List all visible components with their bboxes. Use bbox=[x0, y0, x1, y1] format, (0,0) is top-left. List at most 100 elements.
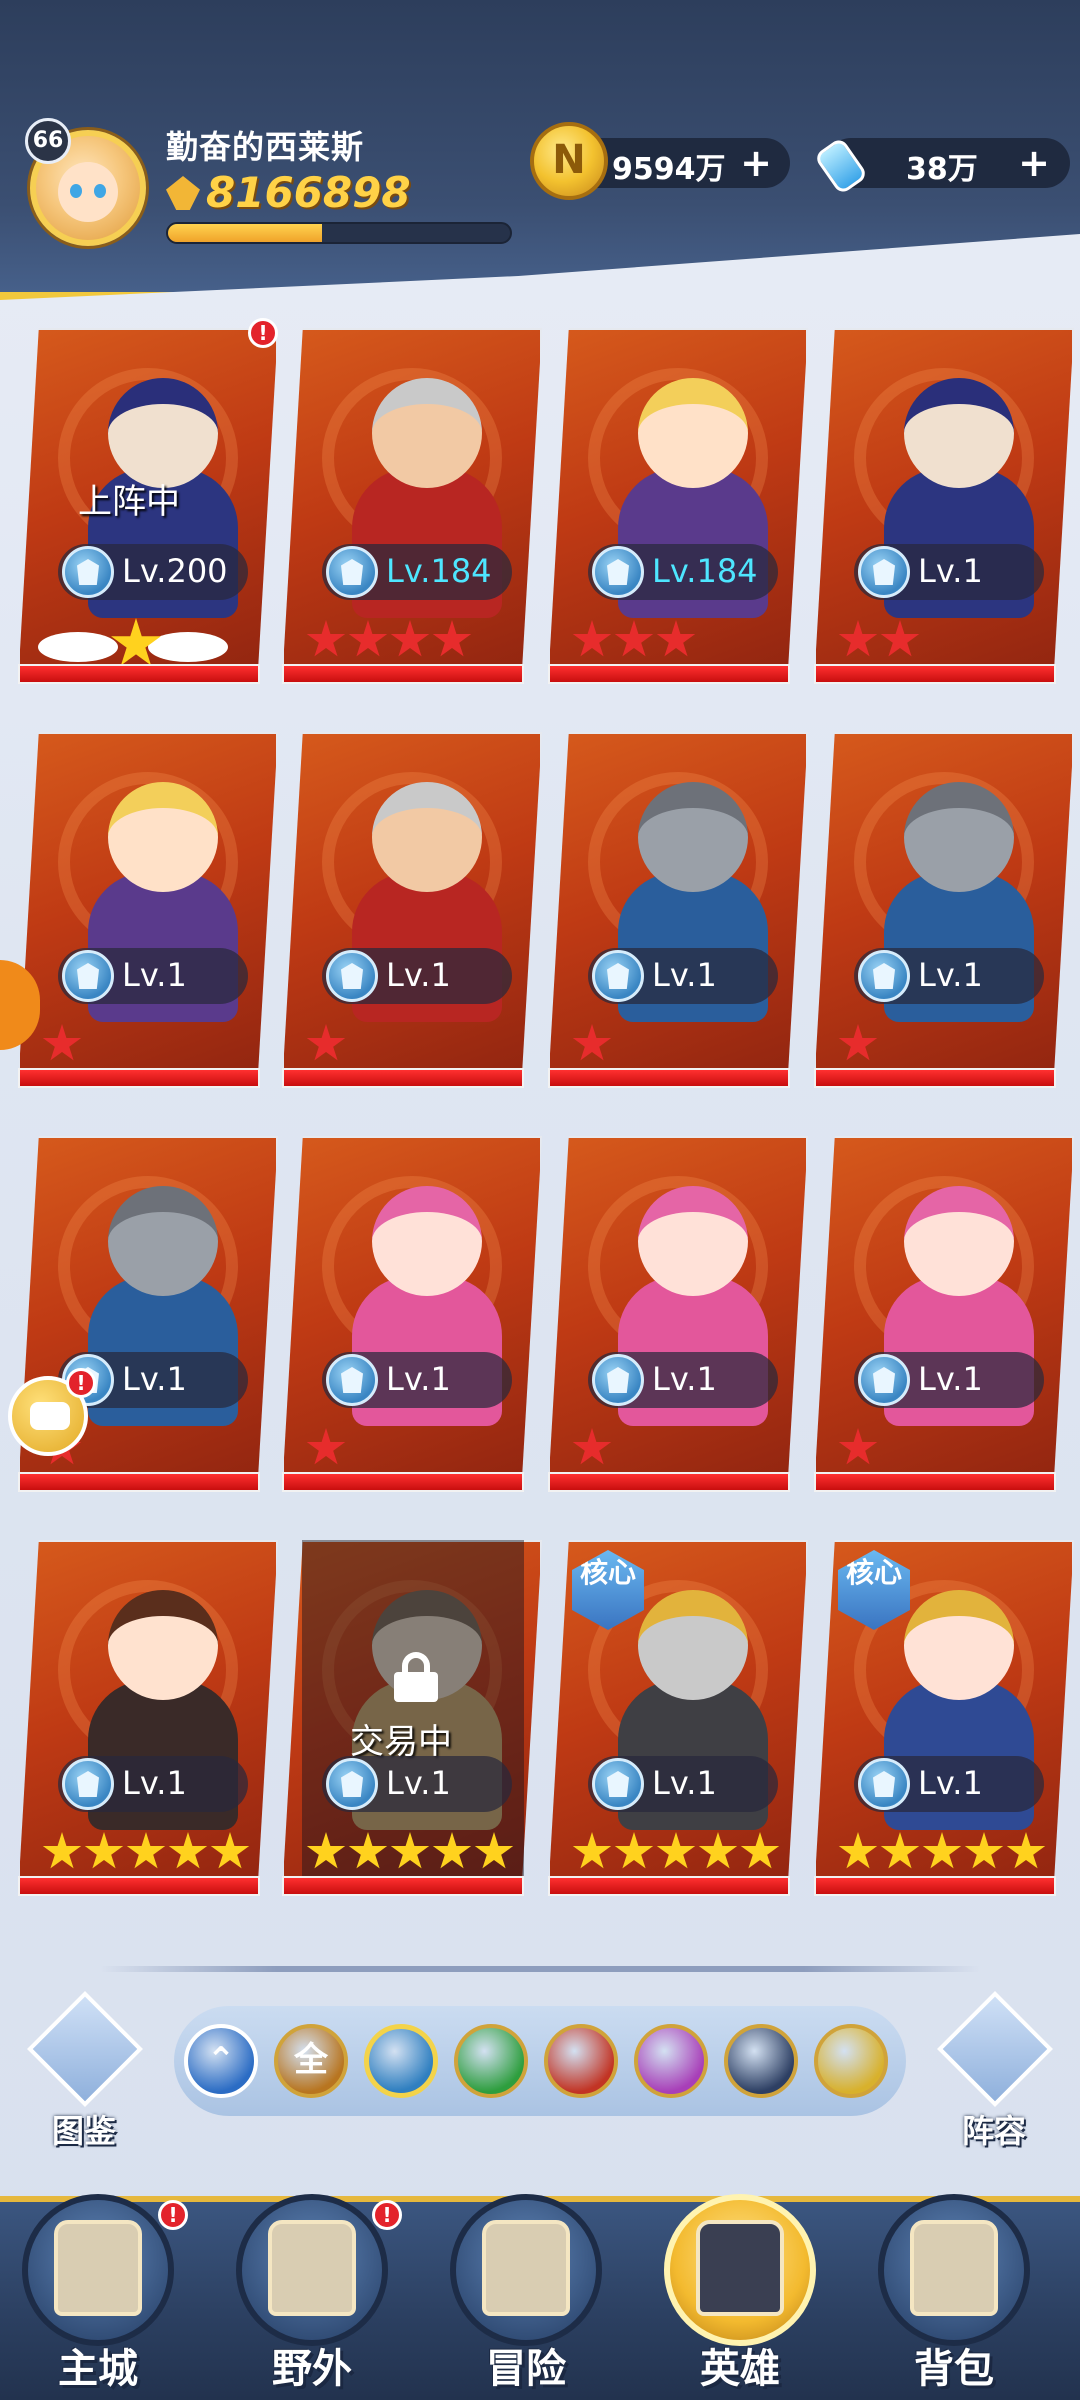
star-icon bbox=[306, 620, 346, 657]
all-icon[interactable]: 全 bbox=[274, 2024, 348, 2098]
hero-card[interactable]: Lv.1 bbox=[548, 1136, 808, 1492]
star-icon bbox=[432, 1832, 472, 1869]
class-helmet-icon bbox=[858, 1354, 910, 1406]
nav-label: 主城 bbox=[58, 2346, 138, 2392]
star-icon bbox=[964, 1832, 1004, 1869]
hero-head bbox=[904, 782, 1014, 892]
star-icon bbox=[880, 1832, 920, 1869]
star-icon bbox=[432, 620, 472, 657]
hero-head bbox=[638, 1186, 748, 1296]
hero-card[interactable]: Lv.1 bbox=[814, 732, 1074, 1088]
hero-head bbox=[108, 1590, 218, 1700]
hero-new-badge: ! bbox=[248, 318, 278, 348]
star-icon bbox=[838, 1024, 878, 1061]
helmet-icon[interactable] bbox=[364, 2024, 438, 2098]
codex-button[interactable] bbox=[27, 1991, 143, 2110]
add-potion-button[interactable]: + bbox=[1016, 144, 1052, 182]
star-icon bbox=[880, 620, 920, 657]
class-helmet-icon bbox=[326, 1758, 378, 1810]
star-icon bbox=[614, 620, 654, 657]
hero-stars bbox=[42, 1024, 82, 1064]
avatar-eye bbox=[94, 184, 106, 198]
card-bottom-bar bbox=[814, 1068, 1056, 1088]
card-bottom-bar bbox=[814, 664, 1056, 684]
card-bottom-bar bbox=[814, 1876, 1056, 1896]
star-icon bbox=[210, 1832, 250, 1869]
collapse-icon[interactable]: ⌃ bbox=[184, 2024, 258, 2098]
hero-stars bbox=[572, 1832, 780, 1872]
hero-card[interactable]: Lv.1 bbox=[18, 1540, 278, 1896]
hero-card[interactable]: 核心 Lv.1 bbox=[814, 1540, 1074, 1896]
hero-card[interactable]: Lv.1 bbox=[18, 732, 278, 1088]
nav-castle[interactable]: 主城! bbox=[8, 2190, 188, 2400]
divider bbox=[100, 1966, 980, 1972]
star-icon bbox=[922, 1832, 962, 1869]
hero-level: Lv.200 bbox=[122, 552, 228, 590]
avatar-eye bbox=[70, 184, 82, 198]
hero-level: Lv.1 bbox=[652, 956, 717, 994]
card-bottom-bar bbox=[18, 1472, 260, 1492]
formation-button[interactable] bbox=[937, 1991, 1053, 2110]
card-bottom-bar bbox=[282, 1876, 524, 1896]
moon-icon[interactable] bbox=[634, 2024, 708, 2098]
avatar-face bbox=[58, 162, 118, 222]
card-bottom-bar bbox=[548, 1068, 790, 1088]
hero-card[interactable]: Lv.1 bbox=[814, 328, 1074, 684]
hero-card[interactable]: 上阵中 Lv.200! bbox=[18, 318, 278, 684]
tree-icon[interactable] bbox=[454, 2024, 528, 2098]
lock-body bbox=[394, 1672, 438, 1702]
sun-icon[interactable] bbox=[814, 2024, 888, 2098]
nav-hero-helmet[interactable]: 英雄 bbox=[650, 2190, 830, 2400]
hero-stars bbox=[838, 1024, 878, 1064]
locked-overlay bbox=[302, 1540, 524, 1876]
eclipse-icon[interactable] bbox=[724, 2024, 798, 2098]
hero-card[interactable]: 交易中 Lv.1 bbox=[282, 1540, 542, 1896]
hero-level: Lv.1 bbox=[918, 552, 983, 590]
star-icon bbox=[572, 1024, 612, 1061]
hero-card[interactable]: Lv.1 bbox=[282, 1136, 542, 1492]
card-bottom-bar bbox=[18, 1068, 260, 1088]
hero-card[interactable]: Lv.1 bbox=[814, 1136, 1074, 1492]
add-gold-button[interactable]: + bbox=[738, 144, 774, 182]
hero-level: Lv.1 bbox=[386, 1764, 451, 1802]
hero-level: Lv.1 bbox=[918, 956, 983, 994]
star-icon bbox=[390, 1832, 430, 1869]
star-icon bbox=[306, 1024, 346, 1061]
star-icon bbox=[42, 1832, 82, 1869]
demon-icon[interactable] bbox=[544, 2024, 618, 2098]
star-icon bbox=[390, 620, 430, 657]
player-level-badge: 66 bbox=[25, 118, 71, 164]
star-icon bbox=[306, 1832, 346, 1869]
hero-card[interactable]: Lv.184 bbox=[282, 328, 542, 684]
hero-card[interactable]: Lv.184 bbox=[548, 328, 808, 684]
gold-amount: 9594万 bbox=[612, 152, 726, 187]
hero-head bbox=[108, 782, 218, 892]
hero-head bbox=[372, 782, 482, 892]
star-icon bbox=[656, 620, 696, 657]
hero-card[interactable]: Lv.1 bbox=[282, 732, 542, 1088]
hero-card[interactable]: Lv.1 bbox=[548, 732, 808, 1088]
star-icon bbox=[348, 620, 388, 657]
class-helmet-icon bbox=[326, 950, 378, 1002]
star-icon bbox=[614, 1832, 654, 1869]
hero-level: Lv.1 bbox=[652, 1360, 717, 1398]
card-bottom-bar bbox=[282, 664, 524, 684]
class-helmet-icon bbox=[592, 1758, 644, 1810]
nav-label: 冒险 bbox=[486, 2346, 566, 2392]
class-helmet-icon bbox=[62, 1758, 114, 1810]
hero-level: Lv.1 bbox=[918, 1360, 983, 1398]
hero-stars bbox=[838, 1428, 878, 1468]
nav-label: 野外 bbox=[272, 2346, 352, 2392]
nav-shield-sword[interactable]: 冒险 bbox=[436, 2190, 616, 2400]
hero-level: Lv.1 bbox=[122, 956, 187, 994]
shield-sword-icon bbox=[482, 2220, 570, 2316]
nav-label: 背包 bbox=[914, 2346, 994, 2392]
nav-backpack[interactable]: 背包 bbox=[864, 2190, 1044, 2400]
hero-card[interactable]: 核心 Lv.1 bbox=[548, 1540, 808, 1896]
hero-level: Lv.1 bbox=[122, 1360, 187, 1398]
nav-map-scroll[interactable]: 野外! bbox=[222, 2190, 402, 2400]
hero-level: Lv.1 bbox=[652, 1764, 717, 1802]
hero-stars bbox=[572, 620, 696, 660]
class-helmet-icon bbox=[592, 1354, 644, 1406]
card-bottom-bar bbox=[18, 664, 260, 684]
